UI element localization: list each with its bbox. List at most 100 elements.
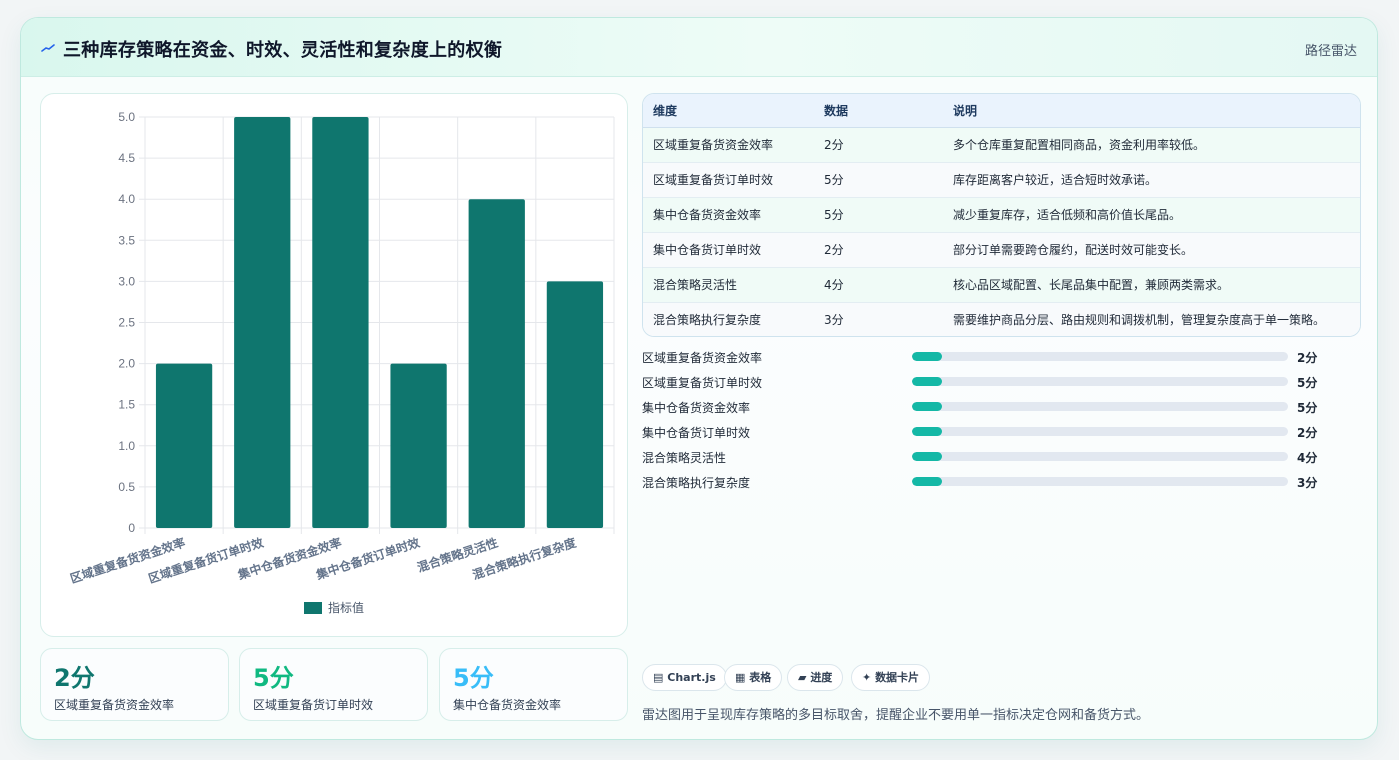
table-row: 集中仓备货资金效率 5分 减少重复库存，适合低频和高价值长尾品。	[643, 197, 1360, 233]
table-cell: 5分	[814, 162, 943, 198]
table-row: 混合策略灵活性 4分 核心品区域配置、长尾品集中配置，兼顾两类需求。	[643, 267, 1360, 303]
table-header-row: 维度 数据 说明	[643, 94, 1360, 128]
stat-label: 集中仓备货资金效率	[453, 698, 562, 712]
progress-fill	[912, 427, 943, 436]
progress-row: 集中仓备货订单时效 2分	[642, 422, 1342, 447]
chip-label: 数据卡片	[875, 671, 920, 684]
table-cell: 多个仓库重复配置相同商品，资金利用率较低。	[943, 127, 1360, 163]
progress-label: 集中仓备货订单时效	[642, 426, 751, 440]
chip-label: Chart.js	[667, 671, 716, 684]
chip-progress[interactable]: ▰ 进度	[787, 664, 844, 691]
progress-track	[912, 427, 1288, 436]
progress-fill	[912, 377, 943, 386]
table-row: 混合策略执行复杂度 3分 需要维护商品分层、路由规则和调拨机制，管理复杂度高于单一策…	[643, 302, 1360, 336]
progress-label: 区域重复备货订单时效	[642, 376, 763, 390]
bar	[468, 199, 525, 528]
progress-track	[912, 352, 1288, 361]
table-cell: 混合策略执行复杂度	[653, 313, 762, 328]
y-tick-label: 0	[128, 521, 135, 535]
progress-row: 混合策略执行复杂度 3分	[642, 472, 1342, 497]
table-cell: 库存距离客户较近，适合短时效承诺。	[943, 162, 1360, 198]
y-tick-label: 0.5	[118, 480, 135, 494]
table-cell: 集中仓备货资金效率	[643, 197, 814, 233]
dashboard-card: 三种库存策略在资金、时效、灵活性和复杂度上的权衡 路径雷达 0 0.5 1.0 1.5…	[20, 17, 1378, 740]
bar	[155, 363, 213, 528]
y-tick-label: 3.0	[118, 274, 135, 288]
table-cell: 区域重复备货订单时效	[643, 162, 814, 198]
progress-label: 混合策略灵活性	[642, 451, 727, 465]
table-header-cell: 数据	[814, 94, 943, 128]
progress-label: 区域重复备货资金效率	[642, 351, 763, 365]
stat-value: 2分	[54, 664, 95, 692]
table-cell: 3分	[824, 313, 844, 328]
table-cell: 核心品区域配置、长尾品集中配置，兼顾两类需求。	[943, 267, 1360, 303]
legend-swatch	[304, 602, 322, 614]
progress-list: 区域重复备货资金效率 2分 区域重复备货订单时效 5分 集中仓备货资金效率 5分 集中仓备货…	[642, 347, 1342, 497]
footnote: 雷达图用于呈现库存策略的多目标取舍，提醒企业不要用单一指标决定仓网和备货方式。	[642, 708, 1150, 723]
y-tick-label: 5.0	[118, 110, 135, 124]
progress-fill	[912, 452, 943, 461]
y-tick-label: 1.5	[118, 398, 135, 412]
bar	[234, 117, 291, 528]
data-table-panel: 维度 数据 说明 区域重复备货资金效率 2分 多个仓库重复配置相同商品，资金利用率较…	[642, 93, 1361, 337]
wave-icon	[41, 44, 55, 52]
chip-label: 表格	[749, 671, 772, 684]
table-icon: ▦	[735, 671, 746, 684]
stat-label: 区域重复备货订单时效	[253, 698, 374, 712]
table-cell: 需要维护商品分层、路由规则和调拨机制，管理复杂度高于单一策略。	[953, 313, 1326, 328]
stat-label: 区域重复备货资金效率	[54, 698, 175, 712]
stat-value: 5分	[453, 664, 494, 692]
table-row: 集中仓备货订单时效 2分 部分订单需要跨仓履约，配送时效可能变长。	[643, 232, 1360, 268]
y-tick-label: 1.0	[118, 439, 135, 453]
y-tick-label: 4.0	[118, 192, 135, 206]
table-cell: 混合策略灵活性	[643, 267, 814, 303]
page-title: 三种库存策略在资金、时效、灵活性和复杂度上的权衡	[63, 40, 503, 61]
table-cell: 2分	[814, 232, 943, 268]
table-row: 区域重复备货资金效率 2分 多个仓库重复配置相同商品，资金利用率较低。	[643, 127, 1360, 163]
progress-row: 混合策略灵活性 4分	[642, 447, 1342, 472]
bar	[546, 281, 604, 528]
table-header-cell: 说明	[943, 94, 1360, 128]
table-cell: 减少重复库存，适合低频和高价值长尾品。	[943, 197, 1360, 233]
chip-label: 进度	[810, 671, 833, 684]
chip-data-cards[interactable]: ✦ 数据卡片	[851, 664, 931, 691]
table-header-cell: 维度	[643, 94, 814, 128]
progress-value: 2分	[1297, 426, 1318, 440]
chip-table[interactable]: ▦ 表格	[724, 664, 783, 691]
table-cell: 部分订单需要跨仓履约，配送时效可能变长。	[943, 232, 1360, 268]
y-tick-label: 2.5	[118, 316, 135, 330]
data-table: 维度 数据 说明 区域重复备货资金效率 2分 多个仓库重复配置相同商品，资金利用率较…	[643, 94, 1360, 336]
progress-track	[912, 377, 1288, 386]
stat-value: 5分	[253, 664, 294, 692]
progress-row: 集中仓备货资金效率 5分	[642, 397, 1342, 422]
header-tag: 路径雷达	[1304, 44, 1357, 59]
table-cell: 区域重复备货资金效率	[643, 127, 814, 163]
y-tick-label: 2.0	[118, 357, 135, 371]
progress-track	[912, 402, 1288, 411]
progress-fill	[912, 402, 943, 411]
stat-card: 5分 集中仓备货资金效率	[439, 648, 628, 721]
progress-fill	[912, 352, 943, 361]
table-cell: 5分	[814, 197, 943, 233]
progress-row: 区域重复备货资金效率 2分	[642, 347, 1342, 372]
bar	[312, 117, 369, 528]
progress-row: 区域重复备货订单时效 5分	[642, 372, 1342, 397]
y-tick-label: 4.5	[118, 151, 135, 165]
progress-value: 4分	[1297, 451, 1318, 465]
stat-card: 2分 区域重复备货资金效率	[40, 648, 229, 721]
progress-value: 2分	[1297, 351, 1318, 365]
progress-track	[912, 477, 1288, 486]
table-cell: 集中仓备货订单时效	[643, 232, 814, 268]
stat-card: 5分 区域重复备货订单时效	[239, 648, 428, 721]
bar	[390, 363, 447, 528]
table-cell: 2分	[814, 127, 943, 163]
progress-value: 3分	[1297, 476, 1318, 490]
table-cell: 4分	[814, 267, 943, 303]
progress-fill	[912, 477, 943, 486]
bar-chart: 00.51.01.52.02.53.03.54.04.55.0区域重复备货资金效…	[68, 110, 615, 615]
chip-chartjs[interactable]: ▤ Chart.js	[642, 664, 727, 691]
progress-track	[912, 452, 1288, 461]
sparkle-icon: ✦	[862, 671, 872, 684]
progress-value: 5分	[1297, 401, 1318, 415]
y-tick-label: 3.5	[118, 233, 135, 247]
